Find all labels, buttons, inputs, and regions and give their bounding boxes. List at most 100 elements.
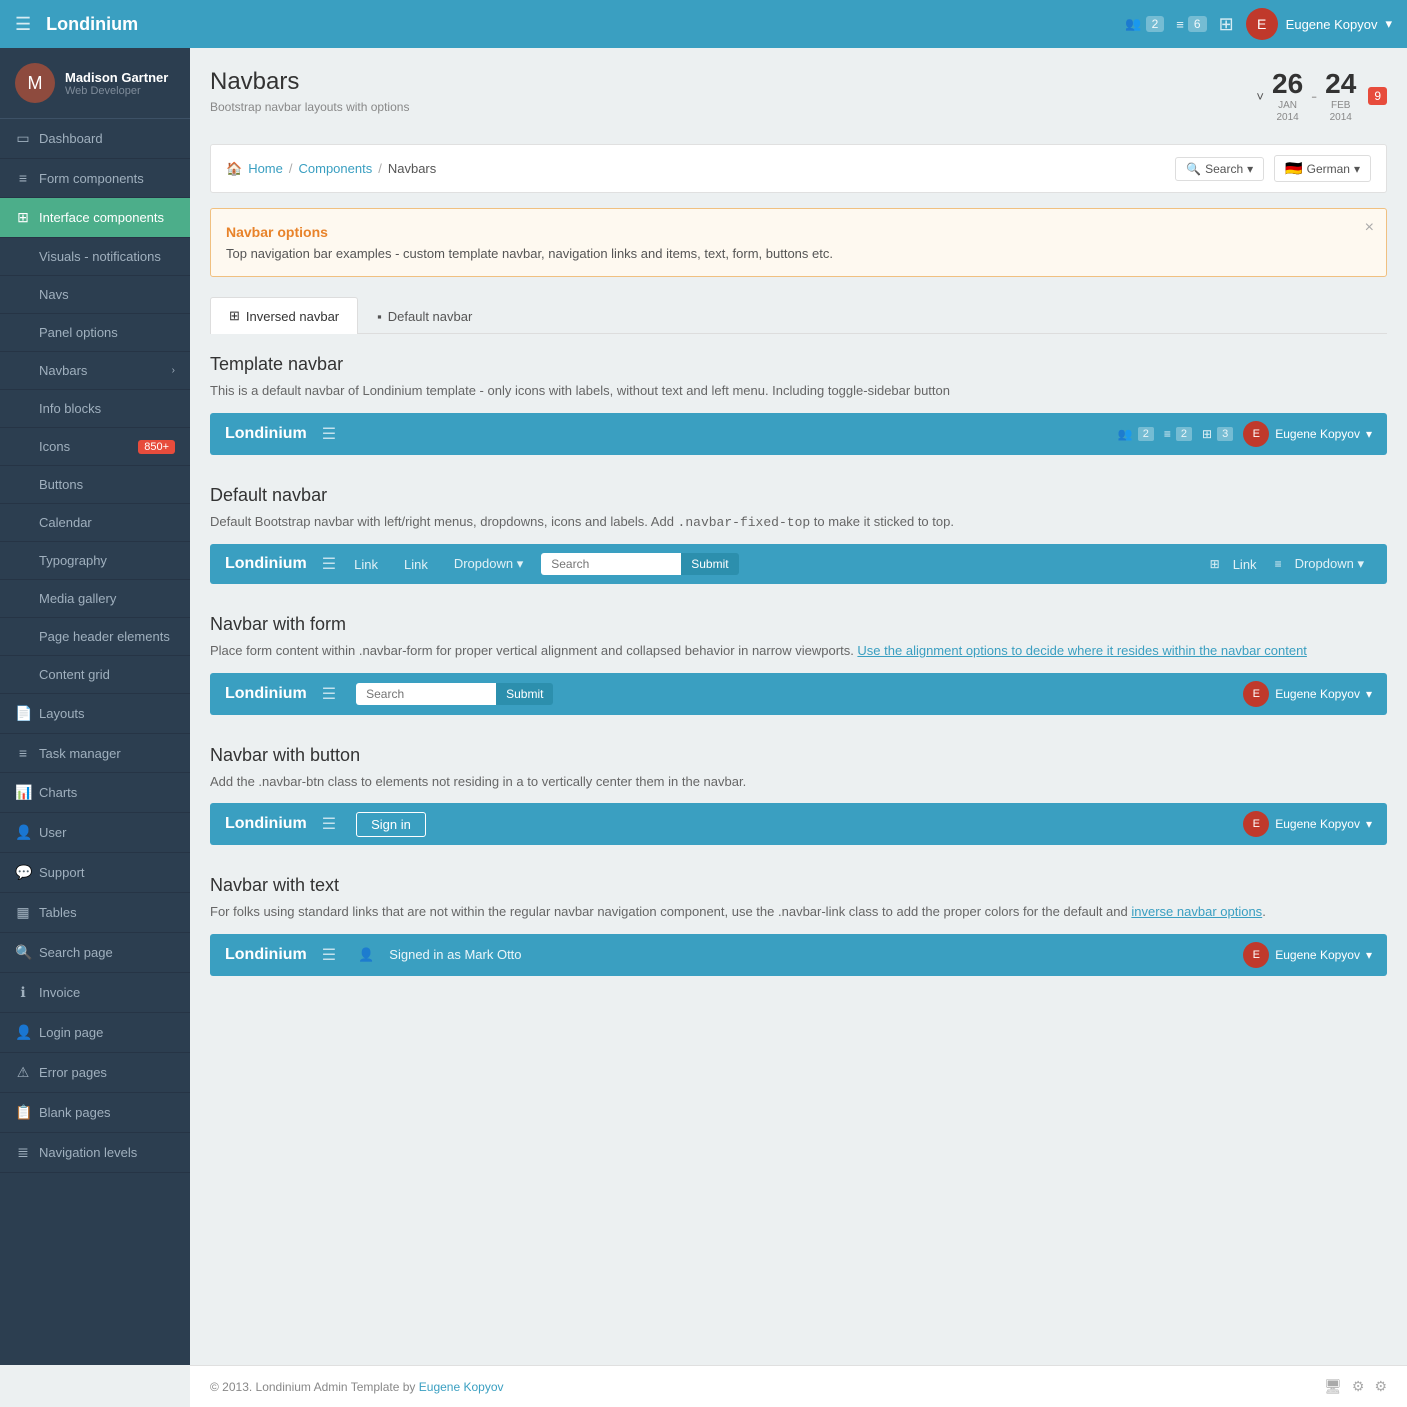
header-avatar: E (1246, 8, 1278, 40)
charts-icon: 📊 (15, 784, 31, 801)
tab-inversed-navbar[interactable]: ⊞ Inversed navbar (210, 297, 358, 334)
task-icon: ≡ (15, 745, 31, 761)
demo-user-5[interactable]: E Eugene Kopyov ▾ (1243, 942, 1372, 968)
search-dropdown-btn[interactable]: 🔍 Search ▾ (1175, 157, 1264, 181)
demo-avatar-4: E (1243, 811, 1269, 837)
demo-brand-2: Londinium (225, 555, 307, 573)
sidebar-item-blank[interactable]: 📋Blank pages (0, 1093, 190, 1133)
sidebar-item-layouts[interactable]: 📄Layouts (0, 694, 190, 734)
demo-submit-btn[interactable]: Submit (681, 553, 738, 575)
demo-brand-5: Londinium (225, 946, 307, 964)
demo-hamburger-3[interactable]: ☰ (322, 684, 336, 704)
sidebar-item-task-manager[interactable]: ≡Task manager (0, 734, 190, 773)
sidebar-item-page-header[interactable]: Page header elements (0, 618, 190, 656)
demo-list-count: 2 (1176, 427, 1192, 441)
header-user-name: Eugene Kopyov (1286, 17, 1378, 32)
search-icon: 🔍 (1186, 162, 1201, 176)
sidebar-item-typography[interactable]: Typography (0, 542, 190, 580)
demo-hamburger-1[interactable]: ☰ (322, 424, 336, 444)
header-users-badge[interactable]: 👥 2 (1125, 16, 1164, 32)
demo-form-submit-btn[interactable]: Submit (496, 683, 553, 705)
demo-list-dropdown-group: ≡ Dropdown ▾ (1275, 552, 1372, 576)
tab-default-navbar[interactable]: ▪ Default navbar (358, 297, 491, 334)
header-list-badge[interactable]: ≡ 6 (1176, 16, 1206, 32)
footer-author-link[interactable]: Eugene Kopyov (419, 1380, 504, 1394)
sidebar-label-invoice: Invoice (39, 985, 80, 1000)
sidebar-item-panel-options[interactable]: Panel options (0, 314, 190, 352)
demo-users-count: 2 (1138, 427, 1154, 441)
sidebar-item-login[interactable]: 👤Login page (0, 1013, 190, 1053)
blank-icon: 📋 (15, 1104, 31, 1121)
demo-signin-btn[interactable]: Sign in (356, 812, 426, 837)
breadcrumb: 🏠 Home / Components / Navbars (226, 161, 436, 177)
sidebar-item-invoice[interactable]: ℹInvoice (0, 973, 190, 1013)
breadcrumb-home[interactable]: Home (248, 161, 283, 176)
breadcrumb-current: Navbars (388, 161, 436, 176)
sidebar-item-content-grid[interactable]: Content grid (0, 656, 190, 694)
demo-template-navbar: Londinium ☰ 👥 2 ≡ 2 ⊞ 3 E Eugene Kopyov (210, 413, 1387, 455)
tab-inversed-icon: ⊞ (229, 308, 240, 324)
demo-dropdown-1[interactable]: Dropdown ▾ (446, 552, 531, 576)
dashboard-icon: ▭ (15, 130, 31, 147)
monitor-icon[interactable]: 🖥 (1324, 1378, 1342, 1395)
sidebar-item-nav-levels[interactable]: ≣Navigation levels (0, 1133, 190, 1173)
sidebar-item-navs[interactable]: Navs (0, 276, 190, 314)
alert-close-button[interactable]: × (1365, 219, 1374, 237)
settings-icon[interactable]: ⚙ (1352, 1378, 1365, 1395)
language-dropdown-btn[interactable]: 🇩🇪 German ▾ (1274, 155, 1371, 182)
tables-icon: ▦ (15, 904, 31, 921)
layouts-icon: 📄 (15, 705, 31, 722)
sidebar-item-media-gallery[interactable]: Media gallery (0, 580, 190, 618)
sidebar-item-visuals[interactable]: Visuals - notifications (0, 238, 190, 276)
demo-avatar-1: E (1243, 421, 1269, 447)
demo-grid-link[interactable]: Link (1225, 553, 1265, 576)
sidebar-item-search[interactable]: 🔍 Search page (0, 933, 190, 973)
sidebar-item-calendar[interactable]: Calendar (0, 504, 190, 542)
sidebar-item-dashboard[interactable]: ▭Dashboard (0, 119, 190, 159)
grid-icon[interactable]: ⊞ (1219, 14, 1234, 35)
sidebar-item-form-components[interactable]: ≡Form components (0, 159, 190, 198)
demo-hamburger-5[interactable]: ☰ (322, 945, 336, 965)
demo-hamburger-2[interactable]: ☰ (322, 554, 336, 574)
demo-link-2[interactable]: Link (396, 553, 436, 576)
users-count: 2 (1146, 16, 1165, 32)
page-header: Navbars Bootstrap navbar layouts with op… (210, 68, 1387, 124)
form-icon: ≡ (15, 170, 31, 186)
demo-user-3[interactable]: E Eugene Kopyov ▾ (1243, 681, 1372, 707)
sidebar-item-charts[interactable]: 📊Charts (0, 773, 190, 813)
sidebar-item-info-blocks[interactable]: Info blocks (0, 390, 190, 428)
search-sidebar-icon: 🔍 (15, 944, 31, 961)
sidebar-item-error[interactable]: ⚠Error pages (0, 1053, 190, 1093)
demo-hamburger-4[interactable]: ☰ (322, 814, 336, 834)
sidebar-item-buttons[interactable]: Buttons (0, 466, 190, 504)
demo-list-dropdown[interactable]: Dropdown ▾ (1287, 552, 1372, 576)
sidebar-item-tables[interactable]: ▦Tables (0, 893, 190, 933)
sidebar-label-media: Media gallery (39, 591, 116, 606)
demo-user-chevron-4: ▾ (1366, 817, 1372, 831)
hamburger-icon[interactable]: ☰ (15, 14, 31, 35)
date-from-month: JAN2014 (1272, 100, 1303, 124)
gear-icon[interactable]: ⚙ (1374, 1378, 1387, 1395)
demo-list-icon: ≡ (1164, 427, 1171, 441)
breadcrumb-components[interactable]: Components (299, 161, 373, 176)
language-label: German (1307, 162, 1350, 176)
sidebar-label-search: Search page (39, 945, 113, 960)
sidebar-item-support[interactable]: 💬Support (0, 853, 190, 893)
date-chevron: ˅ (1256, 89, 1264, 104)
demo-search-input[interactable] (541, 553, 681, 575)
sidebar-item-user[interactable]: 👤User (0, 813, 190, 853)
demo-link-1[interactable]: Link (346, 553, 386, 576)
alert-text: Top navigation bar examples - custom tem… (226, 246, 1371, 261)
language-chevron: ▾ (1354, 162, 1360, 176)
demo-form-search-input[interactable] (356, 683, 496, 705)
demo-user-4[interactable]: E Eugene Kopyov ▾ (1243, 811, 1372, 837)
sidebar-item-icons[interactable]: Icons 850+ (0, 428, 190, 466)
demo-user-chevron-3: ▾ (1366, 687, 1372, 701)
demo-badge-users: 👥 2 (1118, 427, 1154, 441)
header-user[interactable]: E Eugene Kopyov ▾ (1246, 8, 1392, 40)
sidebar-label-panel: Panel options (39, 325, 118, 340)
sidebar-item-navbars[interactable]: Navbars › (0, 352, 190, 390)
demo-user-1[interactable]: E Eugene Kopyov ▾ (1243, 421, 1372, 447)
demo-badge-grid: ⊞ 3 (1202, 427, 1233, 441)
sidebar-item-interface-components[interactable]: ⊞Interface components (0, 198, 190, 238)
